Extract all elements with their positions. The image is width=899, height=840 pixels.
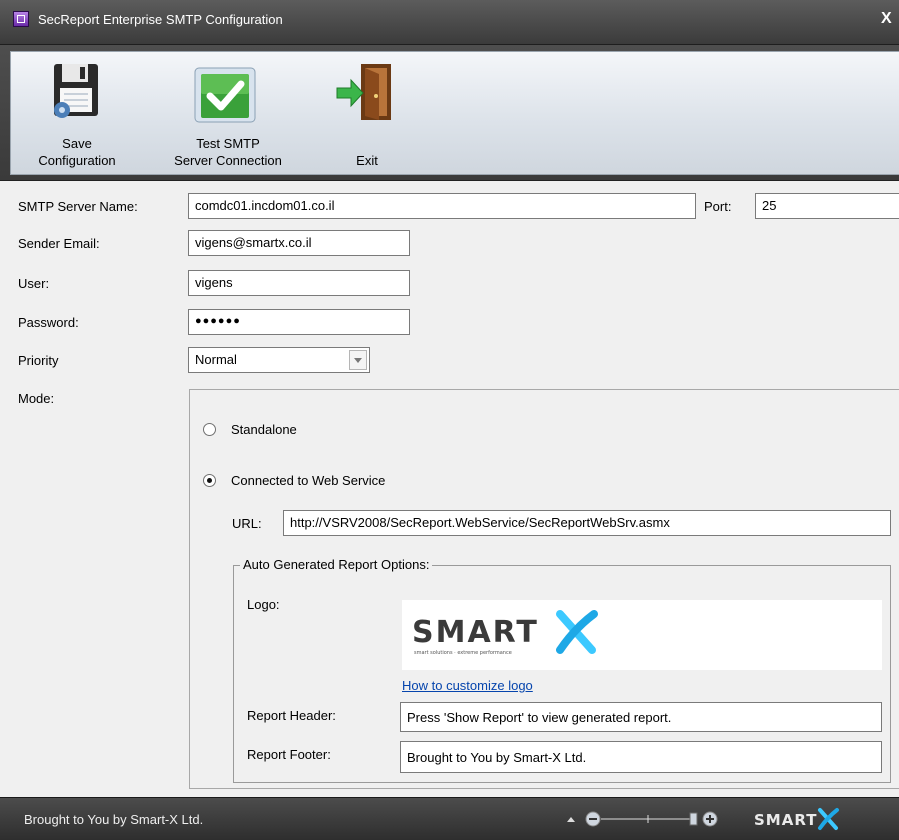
title-bar: SecReport Enterprise SMTP Configuration …: [0, 0, 899, 45]
report-header-input[interactable]: Press 'Show Report' to view generated re…: [400, 702, 882, 732]
checkmark-icon: [194, 67, 256, 123]
zoom-slider[interactable]: [565, 808, 745, 830]
report-footer-input[interactable]: Brought to You by Smart-X Ltd.: [400, 741, 882, 773]
save-configuration-button[interactable]: Save Configuration: [19, 52, 135, 174]
report-header-label: Report Header:: [247, 708, 336, 723]
web-service-radio[interactable]: [203, 474, 216, 487]
priority-select[interactable]: Normal: [188, 347, 370, 373]
priority-selected-value: Normal: [195, 352, 237, 367]
exit-button[interactable]: Exit: [327, 52, 407, 174]
customize-logo-link[interactable]: How to customize logo: [402, 678, 533, 693]
toolbar-strip: Save Configuration Test SMTP Server Conn…: [10, 51, 899, 175]
port-label: Port:: [704, 199, 732, 214]
form-panel: SMTP Server Name: comdc01.incdom01.co.il…: [0, 181, 899, 797]
smartx-logo: SMART smart solutions · extreme performa…: [412, 610, 598, 656]
test-label-line1: Test SMTP: [196, 136, 260, 151]
status-brand-logo: SMART: [754, 808, 839, 830]
chevron-down-icon[interactable]: [349, 350, 367, 370]
zoom-up-arrow-icon: [567, 817, 575, 822]
svg-text:SMART: SMART: [754, 811, 817, 829]
status-text: Brought to You by Smart-X Ltd.: [24, 812, 204, 827]
close-button[interactable]: X: [881, 10, 899, 28]
port-input[interactable]: 25: [755, 193, 899, 219]
url-input[interactable]: http://VSRV2008/SecReport.WebService/Sec…: [283, 510, 891, 536]
floppy-disk-icon: [54, 64, 98, 118]
standalone-radio[interactable]: [203, 423, 216, 436]
logo-label: Logo:: [247, 597, 280, 612]
report-options-title: Auto Generated Report Options:: [240, 557, 433, 572]
svg-text:SMART: SMART: [412, 615, 539, 650]
mode-panel: Standalone Connected to Web Service URL:…: [189, 389, 899, 789]
user-label: User:: [18, 276, 50, 291]
svg-text:smart solutions · extreme perf: smart solutions · extreme performance: [414, 650, 512, 656]
save-label-line1: Save: [62, 136, 92, 151]
logo-image: SMART smart solutions · extreme performa…: [402, 600, 882, 670]
sender-email-label: Sender Email:: [18, 236, 100, 251]
smtp-server-input[interactable]: comdc01.incdom01.co.il: [188, 193, 696, 219]
window-title: SecReport Enterprise SMTP Configuration: [38, 12, 283, 27]
save-label-line2: Configuration: [38, 153, 116, 168]
password-label: Password:: [18, 315, 79, 330]
exit-label: Exit: [356, 153, 378, 168]
url-label: URL:: [232, 516, 262, 531]
status-bar: Brought to You by Smart-X Ltd. SMART: [0, 797, 899, 840]
report-footer-label: Report Footer:: [247, 747, 331, 762]
mode-label: Mode:: [18, 391, 55, 406]
exit-door-icon: [336, 64, 391, 120]
test-label-line2: Server Connection: [174, 153, 282, 168]
sender-email-input[interactable]: vigens@smartx.co.il: [188, 230, 410, 256]
priority-label: Priority: [18, 353, 59, 368]
smtp-server-label: SMTP Server Name:: [18, 199, 138, 214]
password-input[interactable]: ●●●●●●: [188, 309, 410, 335]
user-input[interactable]: vigens: [188, 270, 410, 296]
web-service-label: Connected to Web Service: [231, 473, 386, 488]
toolbar: Save Configuration Test SMTP Server Conn…: [0, 45, 899, 181]
zoom-thumb: [689, 812, 698, 826]
test-smtp-connection-button[interactable]: Test SMTP Server Connection: [153, 52, 303, 174]
app-icon: [13, 11, 29, 27]
report-options-group: Auto Generated Report Options: Logo: SMA…: [233, 557, 891, 783]
standalone-label: Standalone: [231, 422, 297, 437]
